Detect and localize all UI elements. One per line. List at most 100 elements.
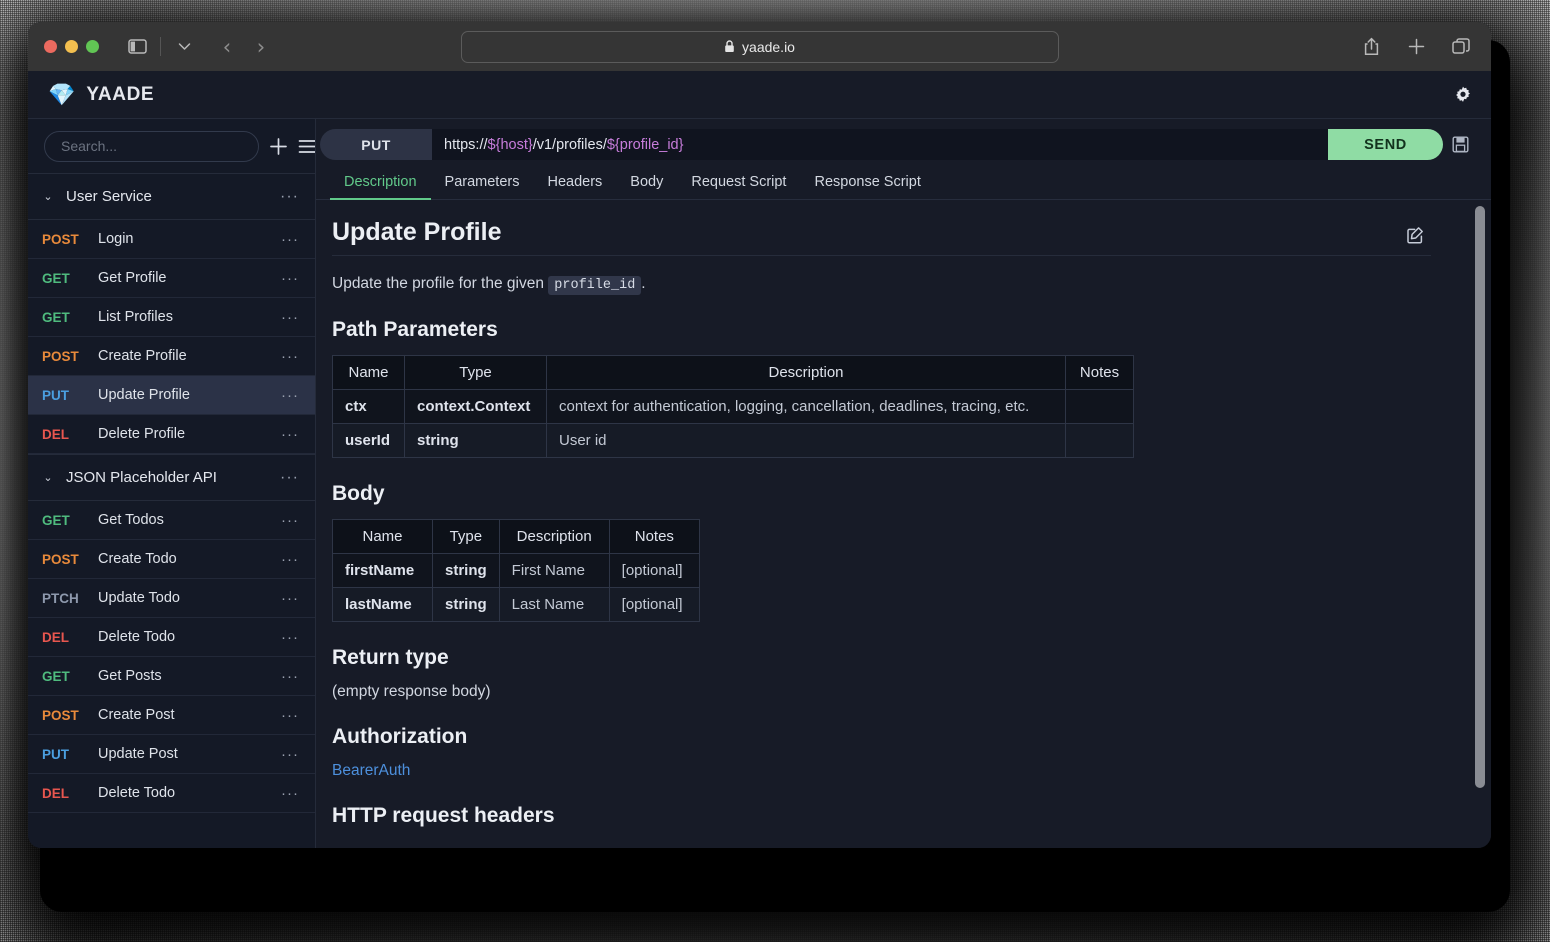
http-method-selector[interactable]: PUT	[320, 129, 432, 160]
column-header-name: Name	[332, 355, 405, 391]
documentation-scrollbar[interactable]	[1473, 204, 1485, 844]
close-window-button[interactable]	[44, 40, 57, 53]
request-overflow-menu[interactable]: ···	[281, 590, 299, 607]
share-icon[interactable]	[1357, 33, 1385, 61]
request-method: POST	[42, 348, 79, 364]
column-header-type: Type	[404, 355, 547, 391]
tab-response-script[interactable]: Response Script	[800, 168, 934, 199]
address-bar[interactable]: yaade.io	[460, 30, 1059, 63]
request-row[interactable]: PTCH Update Todo ···	[28, 579, 315, 618]
cell-notes: [optional]	[608, 553, 701, 589]
request-row[interactable]: GET Get Profile ···	[28, 259, 315, 298]
browser-toolbar: ‹ › yaade.io	[28, 22, 1491, 71]
tabs-overview-icon[interactable]	[1447, 33, 1475, 61]
request-method: DEL	[42, 785, 69, 801]
minimize-window-button[interactable]	[65, 40, 78, 53]
chevron-down-icon[interactable]	[170, 33, 198, 61]
request-overflow-menu[interactable]: ···	[281, 387, 299, 404]
request-name: Create Profile	[98, 348, 187, 364]
toolbar-divider	[160, 37, 161, 56]
request-overflow-menu[interactable]: ···	[281, 348, 299, 365]
url-segment-3: ${profile_id}	[606, 136, 684, 153]
request-overflow-menu[interactable]: ···	[281, 551, 299, 568]
request-overflow-menu[interactable]: ···	[281, 746, 299, 763]
documentation-content: Update Profile Update the profile for th…	[316, 200, 1491, 848]
request-row[interactable]: DEL Delete Profile ···	[28, 415, 315, 454]
collection-header[interactable]: ⌄ User Service ···	[28, 173, 315, 220]
app-title: YAADE	[86, 83, 155, 105]
chevron-down-icon[interactable]: ⌄	[40, 190, 56, 203]
request-name: Delete Todo	[98, 785, 176, 801]
request-row[interactable]: POST Create Todo ···	[28, 540, 315, 579]
plus-icon[interactable]	[1402, 33, 1430, 61]
request-overflow-menu[interactable]: ···	[281, 629, 299, 646]
request-overflow-menu[interactable]: ···	[281, 426, 299, 443]
tab-headers[interactable]: Headers	[533, 168, 616, 199]
column-header-description: Description	[546, 355, 1066, 391]
tab-request-script[interactable]: Request Script	[677, 168, 800, 199]
scrollbar-thumb[interactable]	[1475, 206, 1485, 788]
forward-button[interactable]: ›	[248, 35, 274, 59]
collection-overflow-menu[interactable]: ···	[280, 469, 299, 487]
request-row[interactable]: POST Login ···	[28, 220, 315, 259]
request-row[interactable]: PUT Update Post ···	[28, 735, 315, 774]
request-url-row: PUT https://${host}/v1/profiles/${profil…	[316, 119, 1491, 168]
sidebar-toggle-icon[interactable]	[123, 33, 151, 61]
request-overflow-menu[interactable]: ···	[281, 785, 299, 802]
tab-body[interactable]: Body	[616, 168, 677, 199]
tab-description[interactable]: Description	[330, 168, 431, 200]
window-controls[interactable]	[44, 40, 99, 53]
request-method: GET	[42, 668, 70, 684]
add-collection-button[interactable]	[269, 133, 288, 159]
request-method: POST	[42, 551, 79, 567]
request-row[interactable]: POST Create Profile ···	[28, 337, 315, 376]
search-input[interactable]	[44, 130, 259, 162]
hamburger-menu-icon[interactable]	[298, 133, 315, 159]
request-row[interactable]: GET Get Posts ···	[28, 657, 315, 696]
save-floppy-icon[interactable]	[1443, 129, 1477, 160]
authorization-link[interactable]: BearerAuth	[332, 762, 410, 780]
request-name: Update Profile	[98, 387, 190, 403]
request-overflow-menu[interactable]: ···	[281, 270, 299, 287]
request-row[interactable]: POST Create Post ···	[28, 696, 315, 735]
request-name: Update Post	[98, 746, 178, 762]
send-button[interactable]: SEND	[1328, 129, 1443, 160]
request-overflow-menu[interactable]: ···	[281, 512, 299, 529]
request-overflow-menu[interactable]: ···	[281, 309, 299, 326]
settings-gear-icon[interactable]	[1453, 85, 1473, 105]
collection-header[interactable]: ⌄ JSON Placeholder API ···	[28, 454, 315, 501]
back-button[interactable]: ‹	[214, 35, 240, 59]
request-row[interactable]: DEL Delete Todo ···	[28, 774, 315, 813]
request-row[interactable]: GET List Profiles ···	[28, 298, 315, 337]
request-method: GET	[42, 512, 70, 528]
edit-pencil-icon[interactable]	[1406, 218, 1431, 245]
lock-icon	[724, 40, 735, 53]
request-overflow-menu[interactable]: ···	[281, 668, 299, 685]
request-url-input[interactable]: https://${host}/v1/profiles/${profile_id…	[432, 129, 1328, 160]
cell-description: Last Name	[498, 587, 610, 623]
chevron-down-icon[interactable]: ⌄	[40, 471, 56, 484]
request-overflow-menu[interactable]: ···	[281, 231, 299, 248]
request-method: PTCH	[42, 590, 79, 606]
request-name: Update Todo	[98, 590, 180, 606]
request-row[interactable]: DEL Delete Todo ···	[28, 618, 315, 657]
request-row[interactable]: PUT Update Profile ···	[28, 376, 315, 415]
request-name: Get Todos	[98, 512, 164, 528]
collection-overflow-menu[interactable]: ···	[280, 188, 299, 206]
authorization-heading: Authorization	[332, 725, 468, 749]
table-header-row: Name Type Description Notes	[332, 355, 1134, 391]
app-brand: 💎 YAADE	[48, 83, 155, 106]
tab-parameters[interactable]: Parameters	[431, 168, 534, 199]
cell-type: string	[432, 553, 500, 589]
sidebar-controls	[123, 33, 198, 61]
url-segment-0: https://	[444, 136, 488, 153]
request-method: POST	[42, 231, 79, 247]
table-row: firstName string First Name [optional]	[332, 553, 701, 589]
table-row: ctx context.Context context for authentica…	[332, 389, 1134, 425]
maximize-window-button[interactable]	[86, 40, 99, 53]
main-panel: PUT https://${host}/v1/profiles/${profil…	[316, 119, 1491, 848]
request-row[interactable]: GET Get Todos ···	[28, 501, 315, 540]
column-header-type: Type	[432, 519, 500, 555]
request-overflow-menu[interactable]: ···	[281, 707, 299, 724]
cell-name: userId	[332, 423, 405, 459]
